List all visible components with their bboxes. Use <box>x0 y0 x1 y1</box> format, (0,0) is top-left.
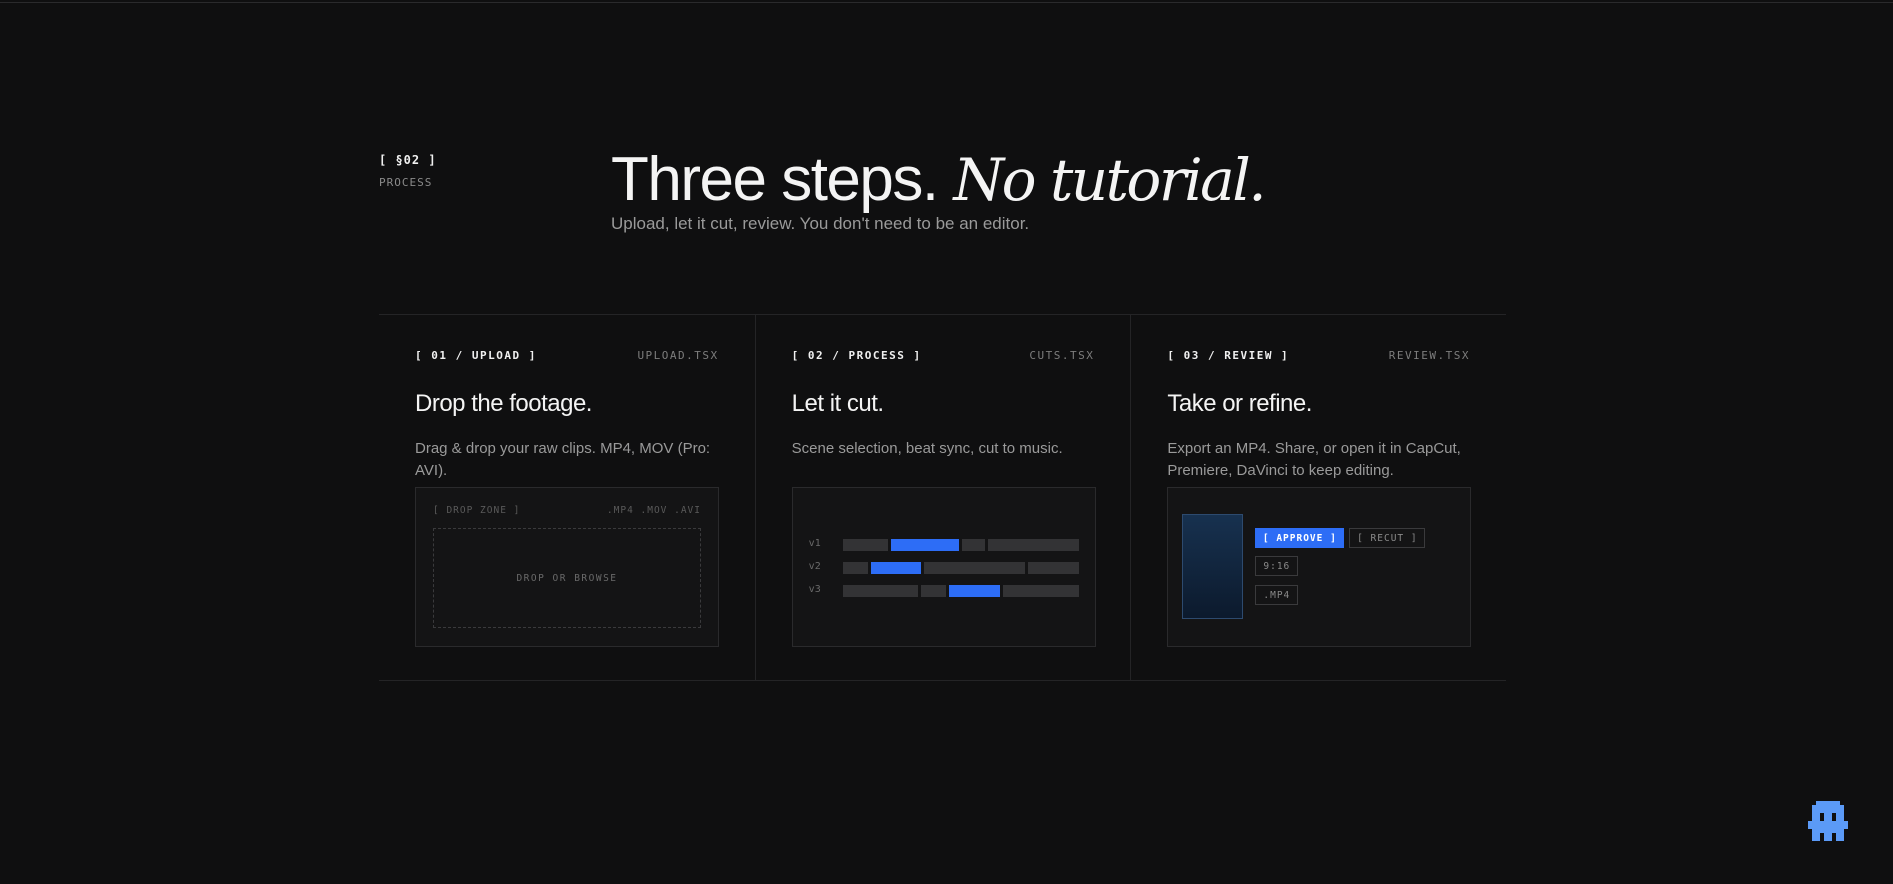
upload-panel: [ DROP ZONE ] .MP4 .MOV .AVI DROP OR BRO… <box>415 487 719 647</box>
card-header: [ 01 / UPLOAD ] UPLOAD.TSX <box>415 349 719 362</box>
page-title: Three steps. No tutorial. <box>611 140 1267 220</box>
card-header: [ 02 / PROCESS ] CUTS.TSX <box>792 349 1095 362</box>
track-v2: v2 <box>809 561 1081 575</box>
clip-segment-selected <box>948 585 1000 597</box>
drop-zone-text: DROP OR BROWSE <box>516 572 618 584</box>
section-label: PROCESS <box>379 176 433 189</box>
file-label: CUTS.TSX <box>1029 349 1095 362</box>
drop-zone-label: [ DROP ZONE ] <box>433 505 521 516</box>
clip-segment <box>842 585 918 597</box>
step-card-upload: [ 01 / UPLOAD ] UPLOAD.TSX Drop the foot… <box>379 315 755 680</box>
step-card-review: [ 03 / REVIEW ] REVIEW.TSX Take or refin… <box>1130 315 1506 680</box>
aspect-ratio-chip: 9:16 <box>1255 556 1299 576</box>
step-card-process: [ 02 / PROCESS ] CUTS.TSX Let it cut. Sc… <box>754 315 1131 680</box>
clip-segment <box>987 539 1079 551</box>
track-label: v3 <box>808 584 821 595</box>
steps-grid: [ 01 / UPLOAD ] UPLOAD.TSX Drop the foot… <box>379 314 1506 681</box>
clip-segment <box>842 539 888 551</box>
title-main: Three steps. <box>611 145 939 214</box>
card-description: Scene selection, beat sync, cut to music… <box>791 440 1063 457</box>
card-header: [ 03 / REVIEW ] REVIEW.TSX <box>1167 349 1470 362</box>
hero: Three steps. No tutorial. Upload, let it… <box>611 140 1267 234</box>
card-title: Take or refine. <box>1167 390 1312 417</box>
recut-button[interactable]: [ RECUT ] <box>1349 528 1426 548</box>
card-description: Drag & drop your raw clips. MP4, MOV (Pr… <box>415 440 711 479</box>
step-label: [ 01 / UPLOAD ] <box>415 349 537 362</box>
card-title: Drop the footage. <box>415 390 592 417</box>
video-preview <box>1182 514 1244 619</box>
step-label: [ 02 / PROCESS ] <box>791 349 922 362</box>
approve-button[interactable]: [ APPROVE ] <box>1255 528 1345 548</box>
file-label: UPLOAD.TSX <box>637 349 719 362</box>
track-label: v1 <box>808 538 821 549</box>
file-label: REVIEW.TSX <box>1388 349 1471 362</box>
clip-segment <box>923 562 1025 574</box>
track-v1: v1 <box>809 538 1081 552</box>
format-list: .MP4 .MOV .AVI <box>606 505 701 516</box>
top-divider <box>0 2 1893 3</box>
section-number: [ §02 ] <box>379 153 437 167</box>
section-tag: [ §02 ] PROCESS <box>379 153 437 189</box>
clip-segment <box>1027 562 1079 574</box>
review-panel: [ APPROVE ] [ RECUT ] 9:16 .MP4 <box>1167 487 1472 647</box>
clip-segment-selected <box>890 539 959 551</box>
clip-segment-selected <box>870 562 921 574</box>
clip-segment <box>842 562 868 574</box>
track-label: v2 <box>808 561 821 572</box>
card-title: Let it cut. <box>791 390 884 417</box>
clip-segment <box>1002 585 1079 597</box>
timeline-panel: v1 v2 v3 <box>791 487 1096 647</box>
clip-segment <box>961 539 985 551</box>
drop-zone[interactable]: DROP OR BROWSE <box>433 528 701 628</box>
clip-segment <box>920 585 946 597</box>
format-chip: .MP4 <box>1255 585 1299 605</box>
title-italic: No tutorial. <box>953 146 1266 214</box>
step-label: [ 03 / REVIEW ] <box>1167 349 1290 362</box>
drop-zone-header: [ DROP ZONE ] .MP4 .MOV .AVI <box>416 488 718 516</box>
card-description: Export an MP4. Share, or open it in CapC… <box>1167 440 1461 479</box>
pixel-ghost-icon[interactable] <box>1808 801 1848 845</box>
track-v3: v3 <box>809 584 1081 598</box>
